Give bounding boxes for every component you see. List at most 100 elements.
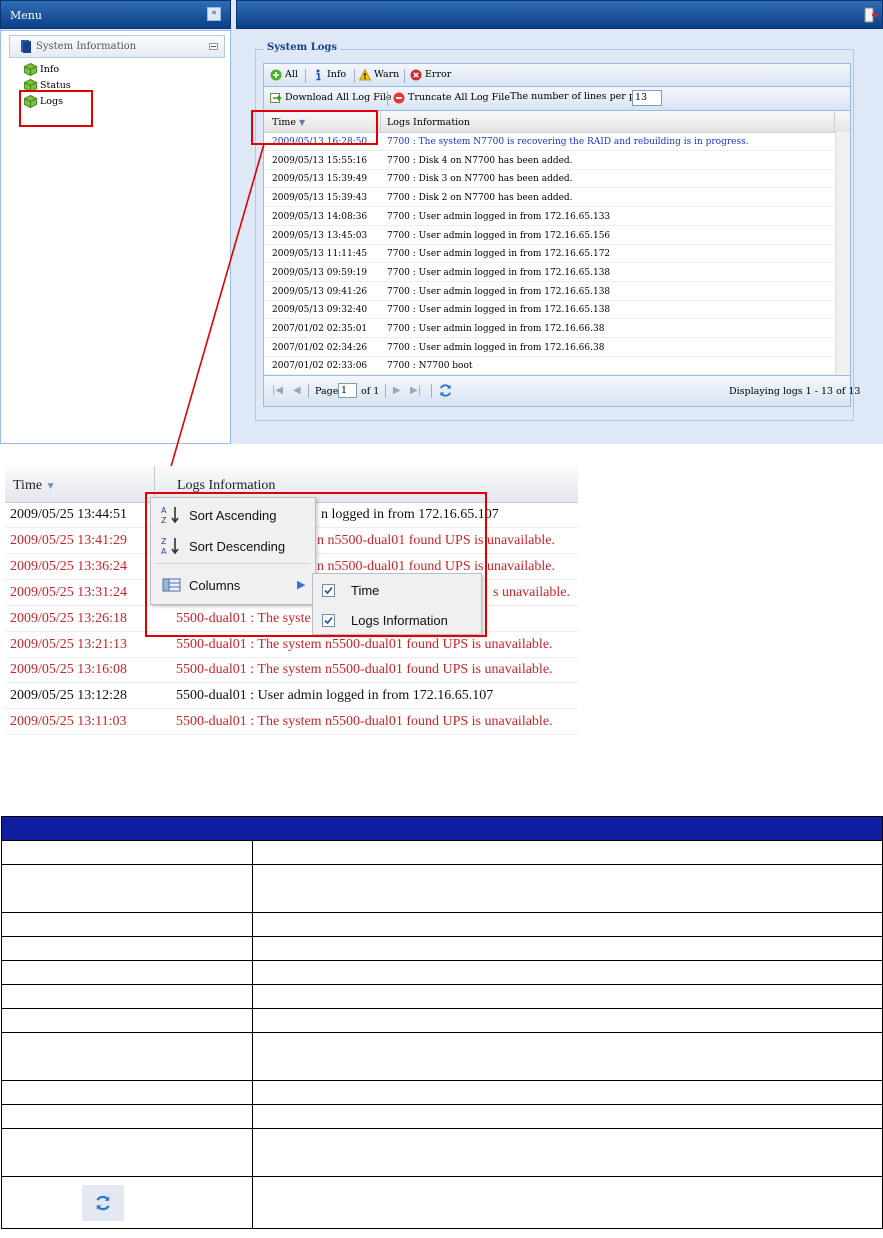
log-time-cell: 2009/05/13 09:41:26: [272, 286, 368, 297]
log-info-cell: 7700 : User admin logged in from 172.16.…: [387, 267, 611, 278]
sort-descending-item[interactable]: Z A Sort Descending: [151, 532, 315, 560]
sort-ascending-item[interactable]: A Z Sort Ascending: [151, 501, 315, 529]
pager-separator: [308, 384, 309, 398]
page-label: Page: [315, 386, 339, 397]
table-row: [1, 864, 883, 913]
download-log-label: Download All Log File: [285, 92, 392, 103]
log-time-cell: 2009/05/13 15:55:16: [272, 155, 368, 166]
log-info-cell: 7700 : Disk 2 on N7700 has been added.: [387, 193, 573, 204]
zoom-log-time-cell: 2009/05/25 13:21:13: [10, 636, 128, 652]
download-icon: [270, 93, 282, 103]
table-row: [1, 1128, 883, 1177]
checkbox-checked-icon: [322, 584, 335, 597]
column-toggle-logs-information-label: Logs Information: [351, 613, 448, 628]
book-icon: [21, 40, 31, 53]
menu-title: Menu: [10, 9, 42, 22]
zoom-log-info-cell: n n5500-dual01 found UPS is unavailable.: [317, 532, 555, 548]
filter-error-label: Error: [425, 69, 452, 80]
toolbar-separator: [387, 92, 388, 106]
submenu-arrow-icon: ▶: [297, 579, 306, 591]
log-row[interactable]: 2009/05/13 14:08:36 7700 : User admin log…: [264, 208, 836, 226]
logs-grid: Time ▼ Logs Information 2009/05/13 16:28…: [263, 111, 851, 376]
column-header-logs-information[interactable]: Logs Information: [387, 117, 470, 128]
log-row[interactable]: 2009/05/13 15:39:49 7700 : Disk 3 on N770…: [264, 170, 836, 189]
zoom-log-info-cell: 5500-dual01 : The system n5500-dual01 fo…: [176, 662, 553, 678]
grid-header: Time ▼ Logs Information: [264, 111, 850, 133]
table-header-bar: [1, 816, 883, 841]
logout-icon[interactable]: [864, 7, 878, 23]
log-row[interactable]: 2007/01/02 02:35:01 7700 : User admin log…: [264, 320, 836, 338]
columns-item[interactable]: Columns ▶: [151, 571, 315, 599]
log-row[interactable]: 2009/05/13 15:39:43 7700 : Disk 2 on N770…: [264, 189, 836, 208]
zoom-log-info-cell: 5500-dual01 : The syste: [176, 610, 311, 626]
green-box-icon: [24, 63, 37, 76]
last-page-icon[interactable]: ▶|: [410, 385, 421, 396]
zoom-log-row[interactable]: 2009/05/25 13:16:08 5500-dual01 : The sys…: [5, 657, 578, 684]
zoom-log-row[interactable]: 2009/05/25 13:26:18 5500-dual01 : The sys…: [5, 606, 578, 632]
log-row[interactable]: 2007/01/02 02:34:26 7700 : User admin log…: [264, 339, 836, 357]
log-time-cell: 2007/01/02 02:33:06: [272, 361, 368, 372]
zoom-log-row[interactable]: 2009/05/25 13:21:13 5500-dual01 : The sys…: [5, 632, 578, 658]
log-info-cell: 7700 : Disk 4 on N7700 has been added.: [387, 155, 573, 166]
log-row[interactable]: 2009/05/13 15:55:16 7700 : Disk 4 on N770…: [264, 152, 836, 170]
first-page-icon[interactable]: |◀: [272, 385, 283, 396]
next-page-icon[interactable]: ▶: [393, 385, 401, 396]
menu-item-label: Status: [40, 80, 71, 91]
log-time-cell: 2009/05/13 09:32:40: [272, 305, 368, 316]
truncate-log-label: Truncate All Log File: [408, 92, 510, 103]
column-toggle-time[interactable]: Time: [313, 576, 481, 604]
table-row: [1, 984, 883, 1009]
column-header-time-label: Time: [272, 117, 297, 128]
log-info-cell: 7700 : User admin logged in from 172.16.…: [387, 286, 611, 297]
grid-scrollbar[interactable]: [835, 132, 850, 375]
sort-ascending-icon: A Z: [161, 506, 179, 525]
sort-ascending-label: Sort Ascending: [189, 508, 277, 523]
log-info-cell: 7700 : User admin logged in from 172.16.…: [387, 342, 605, 353]
table-row: [1, 912, 883, 937]
grid-pager: |◀ ◀ Page 1 of 1 ▶ ▶| Displaying logs 1 …: [263, 376, 860, 407]
refresh-icon: [96, 1195, 110, 1211]
zoom-log-row[interactable]: 2009/05/25 13:12:28 5500-dual01 : User ad…: [5, 683, 578, 710]
sort-descending-icon: Z A: [161, 537, 179, 556]
column-toggle-logs-information[interactable]: Logs Information: [313, 606, 481, 634]
log-info-cell: 7700 : User admin logged in from 172.16.…: [387, 249, 611, 260]
refresh-icon[interactable]: [438, 383, 453, 398]
log-action-toolbar: Download All Log File Truncate All Log F…: [263, 87, 851, 111]
menu-section-system-information[interactable]: System Information: [9, 35, 225, 58]
zoom-log-time-cell: 2009/05/25 13:36:24: [10, 558, 128, 574]
zoom-column-header-time-label: Time: [13, 478, 43, 493]
collapse-menu-button[interactable]: «: [207, 7, 221, 21]
sort-menu-screenshot: Time ▼ Logs Information 2009/05/25 13:44…: [5, 466, 578, 736]
log-info-cell: 7700 : User admin logged in from 172.16.…: [387, 230, 611, 241]
system-logs-legend: System Logs: [264, 42, 341, 53]
log-row[interactable]: 2009/05/13 16:28:50 7700 : The system N77…: [264, 133, 836, 151]
log-row[interactable]: 2007/01/02 02:33:06 7700 : N7700 boot: [264, 357, 836, 375]
log-info-cell: 7700 : User admin logged in from 172.16.…: [387, 324, 605, 334]
section-collapse-icon[interactable]: [209, 43, 218, 50]
log-row[interactable]: 2009/05/13 09:41:26 7700 : User admin log…: [264, 283, 836, 301]
green-box-icon: [24, 79, 37, 92]
log-row[interactable]: 2009/05/13 09:59:19 7700 : User admin log…: [264, 264, 836, 282]
table-row: [1, 1176, 883, 1229]
zoom-column-header-time[interactable]: Time ▼: [13, 478, 55, 494]
log-info-cell: 7700 : Disk 3 on N7700 has been added.: [387, 174, 573, 185]
zoom-column-header-logs-information[interactable]: Logs Information: [177, 478, 275, 494]
green-box-icon: [24, 95, 37, 108]
table-row: [1, 1008, 883, 1033]
page-number-input[interactable]: 1: [338, 383, 357, 398]
log-row[interactable]: 2009/05/13 11:11:45 7700 : User admin log…: [264, 245, 836, 264]
lines-per-page-input[interactable]: 13: [632, 90, 662, 106]
columns-label: Columns: [189, 578, 241, 593]
menu-item-label: Logs: [40, 96, 63, 107]
column-context-menu: A Z Sort Ascending Z A Sort Descending C…: [150, 497, 316, 605]
log-row[interactable]: 2009/05/13 09:32:40 7700 : User admin log…: [264, 301, 836, 320]
column-header-time[interactable]: Time ▼: [272, 117, 305, 128]
table-row: [1, 1104, 883, 1129]
zoom-log-time-cell: 2009/05/25 13:31:24: [10, 584, 128, 600]
pager-separator: [431, 384, 432, 398]
zoom-log-row[interactable]: 2009/05/25 13:11:03 5500-dual01 : The sys…: [5, 709, 578, 736]
log-row[interactable]: 2009/05/13 13:45:03 7700 : User admin log…: [264, 227, 836, 245]
prev-page-icon[interactable]: ◀: [293, 385, 301, 396]
info-icon: [316, 69, 321, 81]
menu-item-label: Info: [40, 64, 60, 75]
